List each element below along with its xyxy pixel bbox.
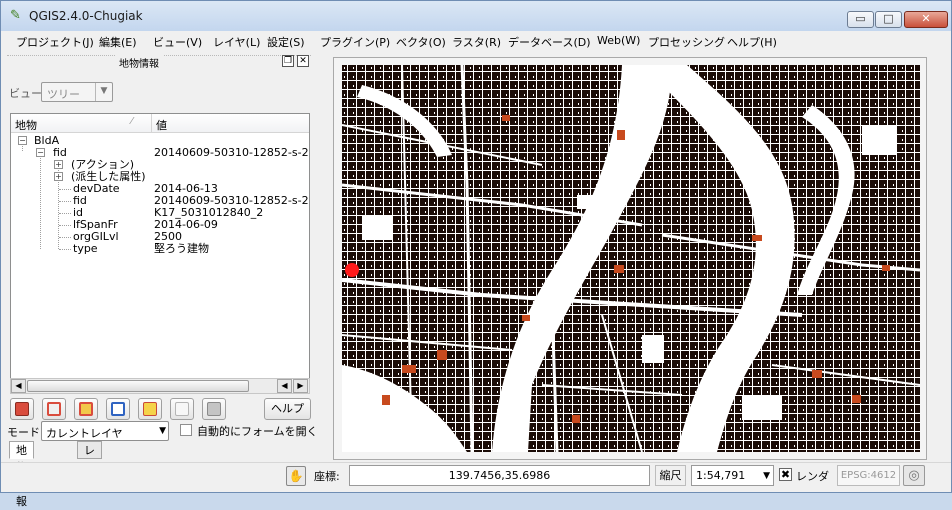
scroll-left-icon[interactable]: ◀ — [11, 379, 26, 393]
messages-icon[interactable]: ◎ — [903, 465, 925, 486]
menu-help[interactable]: ヘルプ(H) — [727, 34, 777, 50]
auto-open-form-label: 自動的にフォームを開く — [197, 425, 318, 438]
window-title: QGIS2.4.0-Chugiak — [29, 9, 143, 23]
status-bar: ✋ 座標: 139.7456,35.6986 縮尺 1:54,791 ▼ ✖ レ… — [1, 462, 951, 492]
menu-settings[interactable]: 設定(S) — [267, 34, 305, 50]
menu-edit[interactable]: 編集(E) — [99, 34, 137, 50]
qgis-logo-icon: ✎ — [10, 8, 21, 23]
menu-vector[interactable]: ベクタ(O) — [396, 34, 446, 50]
copy-feature-icon — [143, 402, 157, 416]
chevron-down-icon: ▼ — [95, 83, 112, 101]
coordinate-label: 座標: — [314, 470, 340, 483]
render-checkbox[interactable]: ✖ — [779, 468, 792, 481]
tree-line — [59, 213, 71, 214]
auto-open-form-checkbox[interactable] — [180, 424, 192, 436]
tree-header: 地物 ⁄ 値 — [11, 114, 309, 133]
tree-line — [59, 189, 71, 190]
tree-line — [59, 201, 71, 202]
crs-button[interactable]: EPSG:4612 — [837, 465, 900, 486]
tree-feature-key[interactable]: fid — [53, 147, 67, 159]
scroll-right-icon[interactable]: ▶ — [293, 379, 308, 393]
close-button[interactable]: ✕ — [904, 11, 948, 28]
copy-feature-button[interactable] — [138, 398, 162, 420]
expand-new-icon — [79, 402, 93, 416]
column-value[interactable]: 値 — [156, 117, 167, 133]
mode-label: モード — [7, 426, 40, 439]
scale-combo[interactable]: 1:54,791 ▼ — [691, 465, 774, 486]
menu-database[interactable]: データベース(D) — [508, 34, 591, 50]
title-bar: ✎ QGIS2.4.0-Chugiak ▭ □ ✕ — [1, 1, 951, 31]
menu-project[interactable]: プロジェクト(J) — [16, 34, 94, 50]
print-icon — [207, 402, 221, 416]
tab-identify[interactable]: 地物情報 — [9, 441, 34, 508]
coordinate-field[interactable]: 139.7456,35.6986 — [349, 465, 650, 486]
view-mode-value: ツリー — [47, 88, 80, 101]
feature-tree: 地物 ⁄ 値 − BldA − fid 20140609-50310-12852… — [10, 113, 310, 379]
expand-tree-icon — [15, 402, 29, 416]
map-canvas-frame — [333, 57, 927, 460]
maximize-button[interactable]: □ — [875, 11, 902, 28]
menu-plugins[interactable]: プラグイン(P) — [320, 34, 390, 50]
view-mode-select[interactable]: ツリー ▼ — [41, 82, 113, 102]
tree-feature-value: 20140609-50310-12852-s-214 — [154, 146, 310, 159]
menu-processing[interactable]: プロセッシング — [648, 34, 725, 50]
identify-results-panel: 地物情報 ❐ ✕ ビュー ツリー ▼ 地物 ⁄ 値 − BldA − fid 2… — [1, 52, 318, 508]
tab-layers[interactable]: レイヤ — [77, 441, 102, 491]
menu-layer[interactable]: レイヤ(L) — [213, 34, 260, 50]
mode-select[interactable]: カレントレイヤ ▼ — [41, 421, 169, 441]
column-feature[interactable]: 地物 — [15, 117, 37, 133]
toggle-extents-icon[interactable]: ✋ — [286, 466, 306, 486]
scroll-left-icon-2[interactable]: ◀ — [277, 379, 292, 393]
attr-value: 堅ろう建物 — [154, 242, 209, 255]
chevron-down-icon: ▼ — [763, 471, 770, 481]
tree-line — [59, 225, 71, 226]
close-panel-icon[interactable]: ✕ — [297, 55, 309, 67]
qgis-window: ✎ QGIS2.4.0-Chugiak ▭ □ ✕ プロジェクト(J) 編集(E… — [0, 0, 952, 508]
copy-attributes-button[interactable] — [170, 398, 194, 420]
mode-value: カレントレイヤ — [46, 427, 123, 440]
minimize-button[interactable]: ▭ — [847, 11, 874, 28]
tree-line — [59, 249, 71, 250]
tree-line — [59, 237, 71, 238]
collapse-tree-button[interactable] — [42, 398, 66, 420]
help-button[interactable]: ヘルプ — [264, 398, 311, 420]
render-label: レンダ — [796, 470, 829, 483]
expand-new-button[interactable] — [74, 398, 98, 420]
menu-bar: プロジェクト(J) 編集(E) ビュー(V) レイヤ(L) 設定(S) プラグイ… — [1, 31, 951, 52]
menu-raster[interactable]: ラスタ(R) — [452, 34, 501, 50]
collapse-tree-icon — [47, 402, 61, 416]
collapse-feature-icon[interactable]: − — [36, 148, 45, 157]
clear-results-button[interactable] — [106, 398, 130, 420]
menu-web[interactable]: Web(W) — [597, 34, 640, 47]
column-separator — [151, 114, 152, 133]
tree-horizontal-scrollbar[interactable]: ◀ ◀ ▶ — [10, 378, 310, 394]
attr-name[interactable]: type — [73, 243, 98, 255]
expand-tree-button[interactable] — [10, 398, 34, 420]
scale-label: 縮尺 — [655, 465, 686, 486]
collapse-layer-icon[interactable]: − — [18, 136, 27, 145]
copy-attributes-icon — [175, 402, 189, 416]
scale-value: 1:54,791 — [696, 469, 746, 482]
building-map[interactable] — [342, 65, 920, 452]
view-label: ビュー — [9, 87, 42, 100]
expand-derived-icon[interactable]: + — [54, 172, 63, 181]
tree-line — [40, 155, 41, 249]
panel-title: 地物情報 — [115, 55, 163, 70]
chevron-down-icon: ▼ — [159, 426, 166, 436]
clear-results-icon — [111, 402, 125, 416]
map-canvas[interactable] — [342, 65, 920, 452]
scroll-thumb[interactable] — [27, 380, 249, 392]
menu-view[interactable]: ビュー(V) — [153, 34, 202, 50]
float-panel-icon[interactable]: ❐ — [282, 55, 294, 67]
print-button[interactable] — [202, 398, 226, 420]
expand-actions-icon[interactable]: + — [54, 160, 63, 169]
sort-indicator-icon: ⁄ — [131, 116, 133, 127]
identified-feature-marker — [345, 263, 359, 277]
